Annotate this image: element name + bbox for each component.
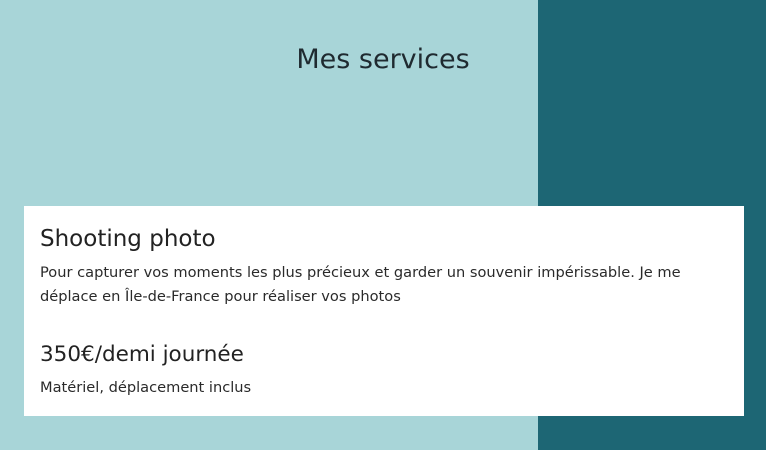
section-title: Mes services: [296, 44, 470, 75]
service-price: 350€/demi journée: [40, 342, 244, 367]
service-name: Shooting photo: [40, 226, 216, 252]
service-includes: Matériel, déplacement inclus: [40, 379, 252, 396]
service-description: Pour capturer vos moments les plus préci…: [40, 264, 681, 305]
service-card: Shooting photo Pour capturer vos moments…: [24, 206, 744, 416]
